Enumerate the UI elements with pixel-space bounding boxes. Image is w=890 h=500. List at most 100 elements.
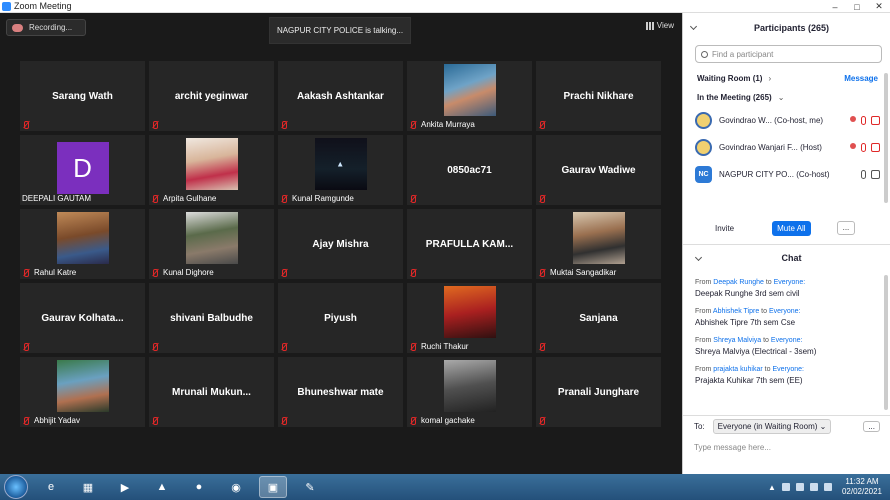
title-bar: Zoom Meeting – □ ✕ xyxy=(0,0,890,13)
participant-row[interactable]: Govindrao Wanjari F... (Host) xyxy=(683,134,890,161)
participant-video xyxy=(443,360,496,412)
folder-icon[interactable]: ▦ xyxy=(74,476,102,498)
close-icon[interactable]: ✕ xyxy=(868,0,890,13)
brave-icon[interactable]: ▲ xyxy=(148,476,176,498)
paint-icon[interactable]: ✎ xyxy=(296,476,324,498)
message-link[interactable]: Message xyxy=(844,74,878,83)
participant-tile[interactable]: 0850ac71 xyxy=(407,135,532,205)
start-button[interactable] xyxy=(4,475,28,499)
participant-tile[interactable]: Ankita Murraya xyxy=(407,61,532,131)
participant-tile[interactable]: Gaurav Kolhata... xyxy=(20,283,145,353)
participant-tile-name: Gaurav Wadiwe xyxy=(561,164,636,176)
mute-all-button[interactable]: Mute All xyxy=(772,220,811,236)
participant-tile[interactable]: shivani Balbudhe xyxy=(149,283,274,353)
view-label: View xyxy=(656,21,674,30)
participant-row-name: NAGPUR CITY PO... xyxy=(719,170,794,179)
invite-button[interactable]: Invite xyxy=(715,224,734,233)
participant-tile[interactable]: Prachi Nikhare xyxy=(536,61,661,131)
participant-tile[interactable]: Piyush xyxy=(278,283,403,353)
participant-tile[interactable]: Aakash Ashtankar xyxy=(278,61,403,131)
participant-tile-name: archit yeginwar xyxy=(174,90,249,102)
participant-tile[interactable]: D DEEPALI GAUTAM xyxy=(20,135,145,205)
zoom-taskbar-icon[interactable]: ▣ xyxy=(259,476,287,498)
mic-muted-icon xyxy=(280,194,287,203)
participant-tile[interactable]: Sarang Wath xyxy=(20,61,145,131)
chrome-icon[interactable]: ◉ xyxy=(222,476,250,498)
recording-label: Recording... xyxy=(29,23,73,32)
participant-row[interactable]: NC NAGPUR CITY PO... (Co-host) xyxy=(683,161,890,188)
participant-tile-label: Rahul Katre xyxy=(22,268,76,277)
recording-indicator[interactable]: Recording... xyxy=(6,19,86,36)
panel-divider xyxy=(683,244,890,245)
participant-row[interactable]: Govindrao W... (Co-host, me) xyxy=(683,107,890,134)
participants-scrollbar[interactable] xyxy=(884,73,888,203)
chat-sender[interactable]: Deepak Runghe xyxy=(713,279,764,286)
chat-message-input[interactable]: Type message here... xyxy=(694,443,771,452)
video-off-icon[interactable] xyxy=(871,116,880,125)
chat-sender[interactable]: prajakta kuhikar xyxy=(713,366,762,373)
tray-arrow-icon[interactable]: ▲ xyxy=(768,483,776,492)
participant-name: Kunal Dighore xyxy=(163,268,214,277)
maximize-icon[interactable]: □ xyxy=(846,0,868,13)
video-icon[interactable] xyxy=(871,170,880,179)
participant-tile[interactable]: Arpita Gulhane xyxy=(149,135,274,205)
flag-icon[interactable] xyxy=(781,483,790,491)
participant-status-icons xyxy=(856,170,880,179)
participant-tile[interactable]: Ruchi Thakur xyxy=(407,283,532,353)
ie-icon[interactable]: e xyxy=(37,476,65,498)
recipient-select[interactable]: Everyone (in Waiting Room) ⌄ xyxy=(712,419,832,434)
clock[interactable]: 11:32 AM 02/02/2021 xyxy=(842,477,882,497)
participant-tile[interactable]: Ajay Mishra xyxy=(278,209,403,279)
chat-more-button[interactable]: ... xyxy=(863,421,880,432)
gallery-grid: Sarang Wath archit yeginwar Aakash Ashtank… xyxy=(20,61,661,427)
mic-muted-icon[interactable] xyxy=(861,143,866,152)
mic-muted-icon xyxy=(280,269,287,277)
chat-sender[interactable]: Abhishek Tipre xyxy=(713,308,759,315)
participant-row-name: Govindrao Wanjari F... xyxy=(719,143,798,152)
in-meeting-row[interactable]: In the Meeting (265) ⌄ xyxy=(683,87,890,107)
avatar: NC xyxy=(695,166,712,183)
participant-tile[interactable]: komal gachake xyxy=(407,357,532,427)
from-word: From xyxy=(695,279,712,286)
mic-muted-icon xyxy=(409,195,416,203)
participant-tile[interactable]: Bhuneshwar mate xyxy=(278,357,403,427)
participant-tile-name: Piyush xyxy=(324,312,357,324)
zoom-app-icon xyxy=(2,1,11,11)
media-player-icon[interactable]: ▶ xyxy=(111,476,139,498)
video-off-icon[interactable] xyxy=(871,143,880,152)
participant-tile[interactable]: PRAFULLA KAM... xyxy=(407,209,532,279)
participant-tile[interactable]: ▲ Kunal Ramgunde xyxy=(278,135,403,205)
participant-tile[interactable]: Gaurav Wadiwe xyxy=(536,135,661,205)
participant-tile[interactable]: Mrunali Mukun... xyxy=(149,357,274,427)
chat-scrollbar[interactable] xyxy=(884,275,888,410)
participant-tile[interactable]: Kunal Dighore xyxy=(149,209,274,279)
participant-tile-label: komal gachake xyxy=(409,416,475,425)
participant-tile-label xyxy=(151,343,163,351)
more-button[interactable]: ... xyxy=(836,221,856,235)
chat-messages: From Deepak Runghe to Everyone: Deepak Ru… xyxy=(695,279,880,395)
mic-muted-icon[interactable] xyxy=(861,116,866,125)
network-icon[interactable] xyxy=(795,483,804,491)
clock-date: 02/02/2021 xyxy=(841,487,882,496)
chat-sender[interactable]: Shreya Malviya xyxy=(713,337,761,344)
participant-row-role: (Co-host) xyxy=(796,170,830,179)
firefox-icon[interactable]: ● xyxy=(185,476,213,498)
participant-tile[interactable]: Rahul Katre xyxy=(20,209,145,279)
to-word: to xyxy=(764,366,771,373)
minimize-icon[interactable]: – xyxy=(824,0,846,13)
battery-icon[interactable] xyxy=(809,483,818,491)
participant-tile[interactable]: archit yeginwar xyxy=(149,61,274,131)
chat-header: Chat xyxy=(683,249,890,267)
participant-tile[interactable]: Abhijit Yadav xyxy=(20,357,145,427)
window-controls: – □ ✕ xyxy=(824,0,890,13)
waiting-room-row[interactable]: Waiting Room (1) › Message xyxy=(683,69,890,87)
participant-tile[interactable]: Pranali Junghare xyxy=(536,357,661,427)
view-button[interactable]: View xyxy=(645,21,674,30)
to-word: to xyxy=(763,337,769,344)
participant-search-input[interactable]: Find a participant xyxy=(695,45,882,63)
participant-tile[interactable]: Muktai Sangadikar xyxy=(536,209,661,279)
participant-video: ▲ xyxy=(314,138,367,190)
participant-tile[interactable]: Sanjana xyxy=(536,283,661,353)
volume-icon[interactable] xyxy=(823,483,832,491)
mic-icon[interactable] xyxy=(861,170,866,179)
